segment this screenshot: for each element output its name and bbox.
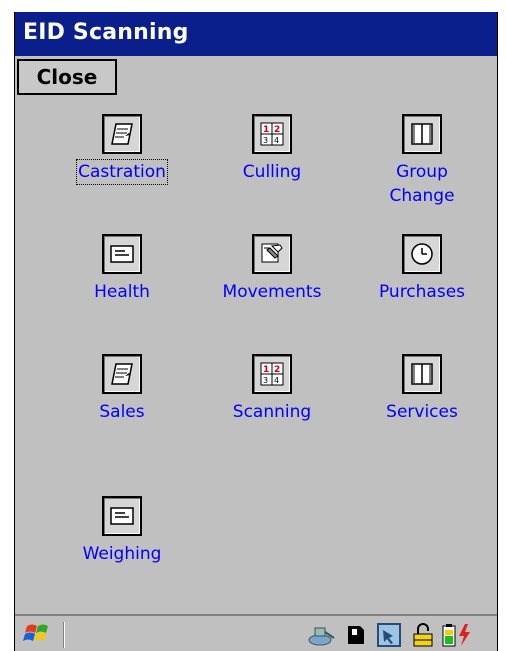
- numbers-grid-icon: 1234: [252, 114, 292, 154]
- menu-item-movements[interactable]: Movements: [197, 234, 347, 304]
- svg-text:3: 3: [263, 136, 268, 145]
- app-window: EID Scanning Close Castration 1234 Culli…: [14, 12, 498, 651]
- windows-flag-icon[interactable]: [23, 620, 53, 648]
- taskbar: [15, 614, 497, 651]
- menu-item-label: Movements: [222, 282, 322, 302]
- menu-item-label: Services: [386, 402, 458, 422]
- svg-text:3: 3: [263, 376, 268, 385]
- menu-item-label: Scanning: [232, 402, 312, 422]
- svg-text:2: 2: [274, 365, 280, 375]
- book-icon: [402, 354, 442, 394]
- menu-item-culling[interactable]: 1234 Culling: [197, 114, 347, 184]
- menu-item-castration[interactable]: Castration: [47, 114, 197, 185]
- battery-charging-icon[interactable]: [439, 622, 479, 648]
- app-icon[interactable]: [375, 622, 403, 648]
- menu-item-health[interactable]: Health: [47, 234, 197, 304]
- menu-item-weighing[interactable]: Weighing: [47, 496, 197, 566]
- lock-icon[interactable]: [411, 622, 435, 648]
- menu-item-group-change[interactable]: Group Change: [347, 114, 497, 208]
- menu-item-services[interactable]: Services: [347, 354, 497, 424]
- svg-text:4: 4: [274, 376, 279, 385]
- menu-item-sales[interactable]: Sales: [47, 354, 197, 424]
- menu-item-label: Group Change: [389, 162, 455, 206]
- clock-icon: [402, 234, 442, 274]
- card-icon: [102, 496, 142, 536]
- svg-text:4: 4: [274, 136, 279, 145]
- menu-item-scanning[interactable]: 1234 Scanning: [197, 354, 347, 424]
- close-button[interactable]: Close: [17, 59, 117, 95]
- notepad-icon: [102, 354, 142, 394]
- pliers-icon: [252, 234, 292, 274]
- menu-item-label: Health: [94, 282, 150, 302]
- notepad-icon: [102, 114, 142, 154]
- menu-item-label: Weighing: [82, 544, 162, 564]
- menu-item-purchases[interactable]: Purchases: [347, 234, 497, 304]
- card-icon: [102, 234, 142, 274]
- svg-text:1: 1: [263, 125, 269, 135]
- window-title: EID Scanning: [23, 20, 189, 45]
- menu-item-label: Culling: [242, 162, 302, 182]
- menu-item-label: Purchases: [378, 282, 466, 302]
- svg-text:2: 2: [274, 125, 280, 135]
- numbers-grid-icon: 1234: [252, 354, 292, 394]
- taskbar-separator: [63, 622, 65, 648]
- menu-item-label: Sales: [99, 402, 145, 422]
- sd-card-icon[interactable]: [345, 622, 367, 648]
- svg-text:1: 1: [263, 365, 269, 375]
- title-bar: EID Scanning: [15, 12, 497, 56]
- menu-item-label: Castration: [76, 159, 168, 185]
- book-icon: [402, 114, 442, 154]
- network-icon[interactable]: [307, 622, 337, 648]
